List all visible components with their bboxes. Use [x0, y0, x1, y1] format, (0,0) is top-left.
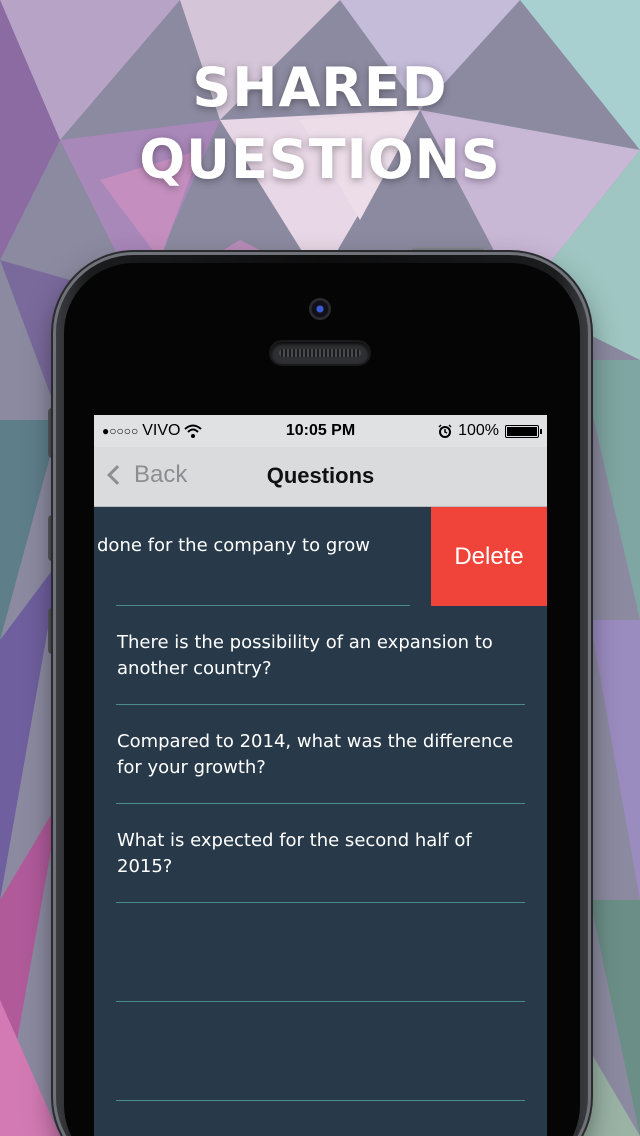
- questions-list: done for the company to grow Delete Ther…: [94, 507, 547, 1101]
- list-item[interactable]: There is the possibility of an expansion…: [94, 606, 547, 705]
- list-item[interactable]: [94, 1002, 547, 1101]
- question-text: Compared to 2014, what was the differenc…: [117, 731, 514, 778]
- list-item[interactable]: [94, 903, 547, 1002]
- alarm-clock-icon: [438, 424, 452, 438]
- headline-line-2: QUESTIONS: [139, 128, 501, 191]
- page-title: Questions: [266, 463, 375, 488]
- list-item[interactable]: Compared to 2014, what was the differenc…: [94, 705, 547, 804]
- phone-screen: ●○○○○ VIVO 10:05 PM 100% Back Questions: [94, 415, 547, 1136]
- earpiece-speaker: [271, 342, 369, 364]
- battery-icon: [505, 424, 542, 438]
- question-text: What is expected for the second half of …: [117, 830, 472, 877]
- status-bar: ●○○○○ VIVO 10:05 PM 100%: [94, 415, 547, 447]
- row-separator: [116, 1100, 525, 1101]
- delete-button[interactable]: Delete: [431, 507, 547, 606]
- headline: SHARED QUESTIONS: [0, 52, 640, 196]
- question-text: There is the possibility of an expansion…: [117, 632, 493, 679]
- list-item[interactable]: What is expected for the second half of …: [94, 804, 547, 903]
- navigation-bar: Back Questions: [94, 447, 547, 507]
- status-right: 100%: [438, 422, 542, 440]
- headline-line-1: SHARED: [192, 56, 448, 119]
- battery-percent: 100%: [458, 422, 499, 439]
- front-camera-icon: [309, 298, 331, 320]
- list-item[interactable]: done for the company to grow Delete: [94, 507, 547, 606]
